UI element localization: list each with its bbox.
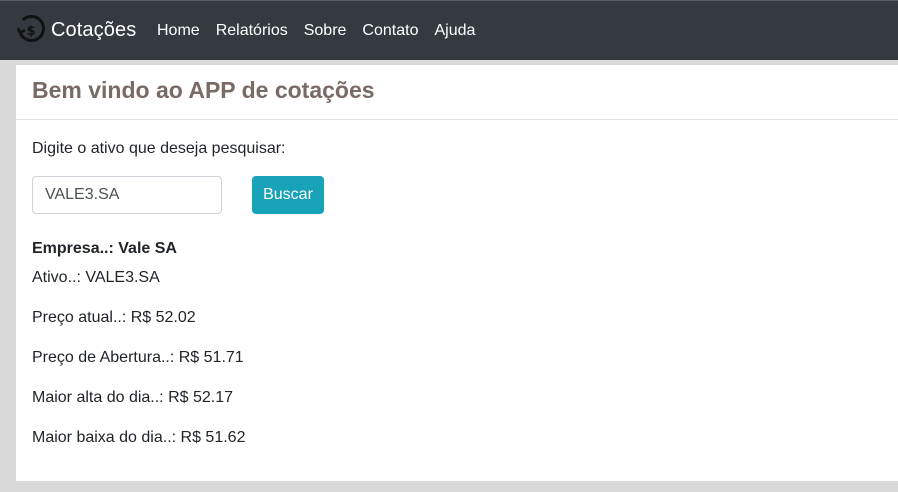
- result-preco-abertura: Preço de Abertura..: R$ 51.71: [32, 349, 244, 366]
- nav-contato[interactable]: Contato: [362, 22, 418, 40]
- brand-name: Cotações: [51, 18, 137, 41]
- search-prompt: Digite o ativo que deseja pesquisar:: [32, 140, 286, 157]
- nav-home[interactable]: Home: [157, 22, 200, 40]
- brand[interactable]: $ Cotações: [15, 14, 136, 46]
- search-button[interactable]: Buscar: [252, 176, 324, 214]
- svg-text:$: $: [26, 24, 35, 39]
- search-input[interactable]: [32, 176, 222, 214]
- main-card: Bem vindo ao APP de cotações Digite o at…: [16, 65, 898, 481]
- navbar: $ Cotações Home Relatórios Sobre Contato…: [0, 0, 898, 60]
- page-title: Bem vindo ao APP de cotações: [32, 77, 375, 103]
- nav-relatorios[interactable]: Relatórios: [216, 22, 288, 40]
- result-ativo: Ativo..: VALE3.SA: [32, 269, 160, 286]
- result-maior-baixa: Maior baixa do dia..: R$ 51.62: [32, 429, 246, 446]
- currency-refresh-icon: $: [15, 14, 47, 46]
- nav-ajuda[interactable]: Ajuda: [434, 22, 475, 40]
- nav-links: Home Relatórios Sobre Contato Ajuda: [157, 22, 491, 40]
- divider: [16, 119, 898, 120]
- result-preco-atual: Preço atual..: R$ 52.02: [32, 309, 196, 326]
- nav-sobre[interactable]: Sobre: [304, 22, 347, 40]
- result-maior-alta: Maior alta do dia..: R$ 52.17: [32, 389, 234, 406]
- result-empresa: Empresa..: Vale SA: [32, 240, 177, 257]
